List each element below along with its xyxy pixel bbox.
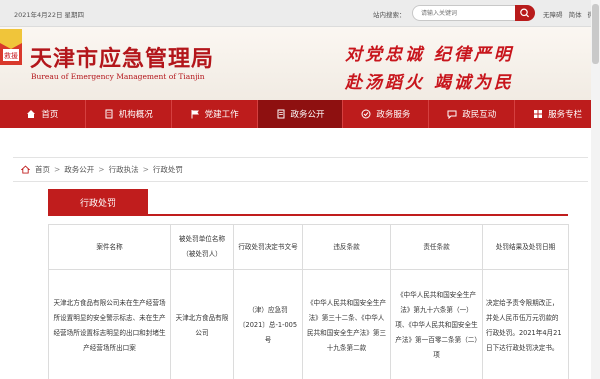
search-input[interactable] [412,5,516,21]
nav-item-gov-service[interactable]: 政务服务 [343,100,430,128]
nav-label: 机构概况 [118,110,153,120]
nav-label: 政务服务 [376,110,411,120]
nav-item-organization[interactable]: 机构概况 [86,100,172,128]
breadcrumb-separator: > [54,165,61,174]
cell-violated-clause: 《中华人民共和国安全生产法》第三十二条、《中华人民共和国安全生产法》第三十九条第… [302,269,391,379]
cell-result-date: 决定给予责令限期改正，并处人民币伍万元罚款的行政处罚。2021年4月21日下达行… [482,269,569,379]
service-icon [361,109,371,119]
table-header-row: 案件名称 被处罚单位名称（被处罚人） 行政处罚决定书文号 违反条款 责任条款 处… [48,224,569,270]
main-nav: 首页 机构概况 党建工作 政务公开 政务服务 政民互动 服务专栏 [0,100,600,128]
nav-label: 政务公开 [290,110,325,120]
nav-label: 首页 [41,110,59,120]
document-icon [276,109,286,119]
breadcrumb-law-enforcement[interactable]: 行政执法 [109,164,139,175]
column-header-decision-number: 行政处罚决定书文号 [233,224,303,270]
column-header-violated-clause: 违反条款 [302,224,391,270]
cell-liability-clause: 《中华人民共和国安全生产法》第九十六条第（一）项、《中华人民共和国安全生产法》第… [390,269,483,379]
column-header-penalized-party: 被处罚单位名称（被处罚人） [170,224,234,270]
simplified-chinese-link[interactable]: 简体 [569,11,582,19]
slogan-line-1: 对党忠诚 纪律严明 [345,45,514,65]
cell-decision-number: （津）应急罚〔2021〕总-1-005号 [233,269,303,379]
column-header-result-date: 处罚结果及处罚日期 [482,224,569,270]
breadcrumb-separator: > [98,165,105,174]
top-bar: 2021年4月22日 星期四 站内搜索： 无障碍 简体 微博 [0,0,600,27]
nav-item-party[interactable]: 党建工作 [172,100,258,128]
nav-item-gov-affairs[interactable]: 政务公开 [257,100,344,128]
site-header: 救援 天津市应急管理局 Bureau of Emergency Manageme… [0,27,600,100]
table-row: 天津北方食品有限公司未在生产经营场所设置明显的安全警示标志、未在生产经营场所设置… [48,269,569,379]
emblem-logo: 救援 [0,29,22,65]
search-button[interactable] [515,5,535,21]
home-icon [21,165,30,174]
breadcrumb-home[interactable]: 首页 [35,164,50,175]
penalty-table: 案件名称 被处罚单位名称（被处罚人） 行政处罚决定书文号 违反条款 责任条款 处… [48,224,569,379]
tab-admin-penalty[interactable]: 行政处罚 [48,189,148,216]
slogan-line-2: 赴汤蹈火 竭诚为民 [345,73,514,93]
breadcrumb-separator: > [142,165,149,174]
scrollbar-thumb[interactable] [592,4,599,64]
cell-penalized-party: 天津北方食品有限公司 [170,269,234,379]
svg-text:救援: 救援 [4,51,18,60]
nav-label: 政民互动 [462,110,497,120]
site-subtitle: Bureau of Emergency Management of Tianji… [31,72,205,81]
cell-case-name: 天津北方食品有限公司未在生产经营场所设置明显的安全警示标志、未在生产经营场所设置… [48,269,171,379]
chat-icon [447,109,457,119]
nav-label: 党建工作 [204,110,239,120]
nav-item-home[interactable]: 首页 [0,100,86,128]
nav-item-interaction[interactable]: 政民互动 [429,100,516,128]
breadcrumb-gov-affairs[interactable]: 政务公开 [64,164,94,175]
breadcrumb-admin-penalty[interactable]: 行政处罚 [153,164,183,175]
column-icon [533,109,543,119]
search-label: 站内搜索： [373,11,406,19]
flag-icon [190,109,200,119]
nav-item-service-column[interactable]: 服务专栏 [515,100,600,128]
column-header-liability-clause: 责任条款 [390,224,483,270]
current-date: 2021年4月22日 星期四 [14,11,85,19]
building-icon [104,109,114,119]
accessibility-link[interactable]: 无障碍 [543,11,563,19]
nav-label: 服务专栏 [548,110,583,120]
column-header-case-name: 案件名称 [48,224,171,270]
page-scrollbar[interactable] [591,0,600,379]
search-icon [520,8,530,18]
home-icon [26,109,36,119]
section-tab-bar: 行政处罚 [48,189,568,216]
breadcrumb: 首页 > 政务公开 > 行政执法 > 行政处罚 [13,157,588,182]
site-title[interactable]: 天津市应急管理局 [30,41,214,73]
